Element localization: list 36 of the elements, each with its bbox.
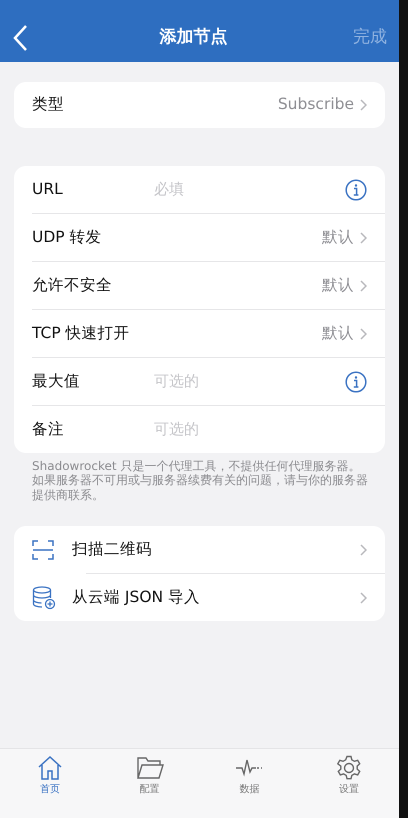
field-label: 最大值 [32,370,81,392]
tab[interactable]: 配置 [100,755,200,818]
field-label: URL [32,178,64,200]
field-label: 允许不安全 [32,274,113,296]
chevron-icon [360,280,367,292]
input-field[interactable]: 必填 [154,178,345,201]
list-item[interactable]: 从云端 JSON 导入 [14,574,385,622]
field-label: 备注 [32,418,65,440]
settings-icon [336,755,362,781]
page-title: 添加节点 [158,26,228,50]
chevron-icon [360,592,367,604]
chevron-icon [360,544,367,556]
tab[interactable]: 首页 [0,755,100,818]
footnote-text: Shadowrocket 只是一个代理工具，不提供任何代理服务器。如果服务器不可用或与服务器续费有关的问题，请与你的服务器提供商联系。 [32,459,369,502]
info-icon[interactable] [345,370,367,392]
tab[interactable]: 数据 [200,755,300,818]
field-label: 类型 [32,94,65,116]
folder-icon [136,755,164,781]
field-value[interactable]: 默认 [322,274,354,298]
chevron-icon [360,99,367,111]
scan-icon [32,540,54,560]
field-value[interactable]: 默认 [322,226,354,250]
input-field[interactable]: 可选的 [154,418,367,441]
info-icon[interactable] [345,178,367,200]
field-value[interactable]: 默认 [322,322,354,346]
input-field[interactable]: 可选的 [154,370,345,393]
home-icon [36,755,63,781]
field-label: UDP 转发 [32,226,103,248]
done-button[interactable]: 完成 [353,25,387,51]
database-icon [32,586,56,610]
list-item[interactable]: 扫描二维码 [14,526,385,574]
tab[interactable]: 设置 [299,755,399,818]
chevron-icon [360,232,367,244]
field-label: TCP 快速打开 [32,322,131,344]
chevron-icon [360,328,367,340]
field-value[interactable]: Subscribe [278,93,354,117]
